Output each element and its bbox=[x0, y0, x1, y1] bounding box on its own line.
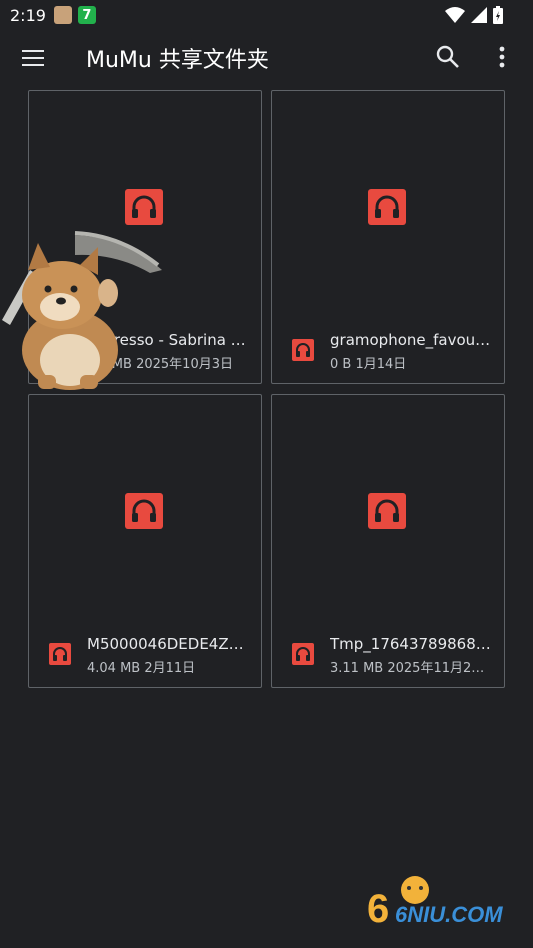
file-card[interactable]: Tmp_1764378986813 3.11 MB 2025年11月29日 bbox=[271, 394, 505, 688]
file-name: M5000046DEDE4Zs.mp3 bbox=[87, 635, 249, 653]
file-size: 4.04 MB bbox=[87, 661, 141, 676]
file-card[interactable]: M5000046DEDE4Zs.mp3 4.04 MB 2月11日 bbox=[28, 394, 262, 688]
file-name: gramophone_favourite bbox=[330, 331, 492, 349]
audio-file-small-icon bbox=[49, 643, 71, 665]
file-name: Tmp_1764378986813 bbox=[330, 635, 492, 653]
audio-file-icon bbox=[368, 493, 406, 529]
app-bar: MuMu 共享文件夹 bbox=[0, 30, 533, 86]
status-time: 2:19 bbox=[10, 5, 46, 25]
menu-button[interactable] bbox=[18, 44, 48, 72]
file-card-footer: M5000046DEDE4Zs.mp3 4.04 MB 2月11日 bbox=[29, 629, 261, 687]
more-vert-icon bbox=[499, 46, 505, 68]
battery-icon bbox=[493, 6, 503, 24]
status-bar: 2:19 7 bbox=[0, 0, 533, 30]
notification-app-icon bbox=[53, 6, 72, 24]
dog-sticker-image bbox=[2, 231, 162, 390]
file-card-footer: gramophone_favourite 0 B 1月14日 bbox=[272, 325, 504, 383]
search-icon bbox=[436, 45, 459, 68]
app-title: MuMu 共享文件夹 bbox=[86, 48, 269, 73]
notification-badge-icon: 7 bbox=[77, 6, 96, 24]
status-indicators bbox=[445, 6, 503, 24]
audio-file-icon bbox=[368, 189, 406, 225]
hamburger-menu-icon bbox=[22, 50, 44, 66]
audio-file-small-icon bbox=[292, 643, 314, 665]
file-date: 2025年11月29日 bbox=[387, 661, 492, 676]
svg-text:6: 6 bbox=[367, 887, 389, 930]
file-meta: 4.04 MB 2月11日 bbox=[87, 657, 249, 676]
signal-icon bbox=[471, 7, 487, 23]
file-date: 2月11日 bbox=[144, 661, 196, 676]
file-meta: 3.11 MB 2025年11月29日 bbox=[330, 657, 492, 676]
more-options-button[interactable] bbox=[490, 43, 514, 71]
file-meta: 0 B 1月14日 bbox=[330, 353, 492, 372]
file-card[interactable]: gramophone_favourite 0 B 1月14日 bbox=[271, 90, 505, 384]
wifi-icon bbox=[445, 7, 465, 23]
file-card-footer: Tmp_1764378986813 3.11 MB 2025年11月29日 bbox=[272, 629, 504, 687]
file-size: 3.11 MB bbox=[330, 661, 384, 676]
watermark-text: 6NIU.COM bbox=[395, 902, 503, 927]
file-size: 0 B bbox=[330, 357, 352, 372]
audio-file-icon bbox=[125, 189, 163, 225]
audio-file-icon bbox=[125, 493, 163, 529]
file-date: 1月14日 bbox=[355, 357, 407, 372]
watermark-logo: 6 6NIU.COM bbox=[367, 876, 503, 930]
audio-file-small-icon bbox=[292, 339, 314, 361]
search-button[interactable] bbox=[434, 43, 462, 71]
